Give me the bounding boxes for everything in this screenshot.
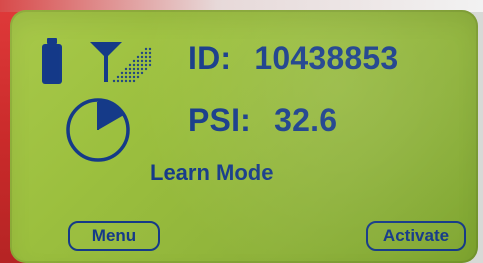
activate-softkey-label: Activate — [382, 226, 450, 245]
id-row: ID: 10438853 — [188, 40, 398, 77]
psi-label: PSI: — [188, 102, 252, 138]
id-label: ID: — [188, 40, 232, 76]
psi-value: 32.6 — [274, 102, 338, 138]
mode-text: Learn Mode — [150, 160, 274, 185]
pressure-gauge-icon — [66, 98, 130, 162]
signal-icon — [90, 42, 152, 83]
lcd-screen: ID: 10438853 PSI: 32.6 Learn Mode Menu A… — [10, 10, 478, 263]
id-value: 10438853 — [254, 40, 399, 76]
activate-softkey[interactable]: Activate — [366, 221, 466, 251]
psi-row: PSI: 32.6 — [188, 102, 337, 139]
menu-softkey-label: Menu — [91, 226, 137, 245]
menu-softkey[interactable]: Menu — [68, 221, 160, 251]
battery-icon — [42, 38, 62, 84]
